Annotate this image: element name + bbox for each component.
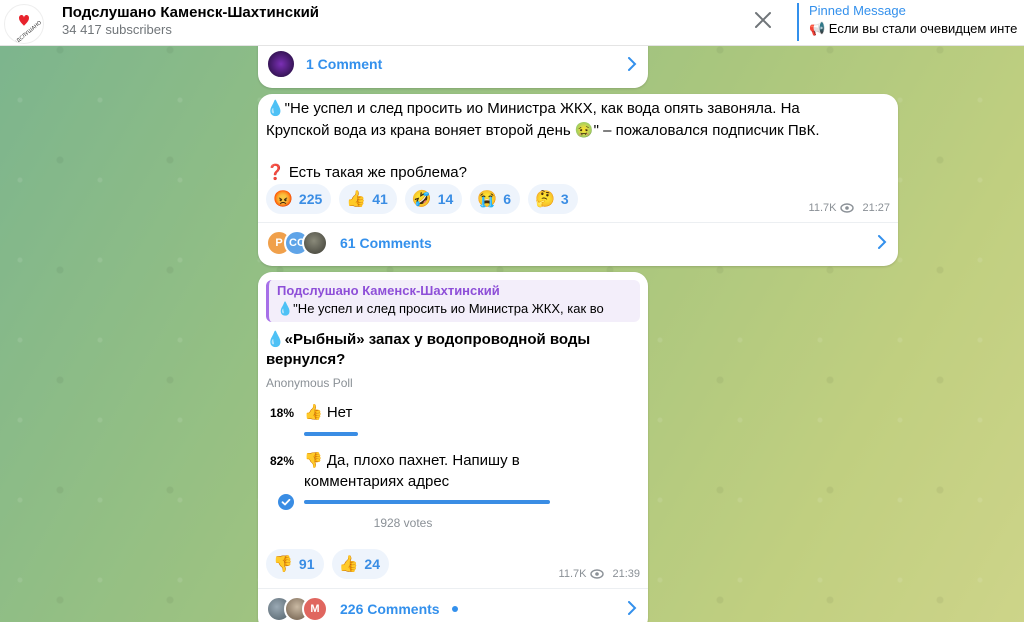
reactions-bar: 😡 225 👍 41 🤣 14 😭 6 🤔 3 <box>266 184 578 214</box>
reaction-rofl[interactable]: 🤣 14 <box>404 184 463 214</box>
comments-button[interactable]: 1 Comment <box>258 44 648 84</box>
commenter-avatar <box>266 49 296 79</box>
poll-option-label: 👍 Нет <box>304 402 352 423</box>
message-line-1: 💧"Не успел и след просить ио Министра ЖК… <box>266 100 800 117</box>
message-line-3: ❓ Есть такая же проблема? <box>266 164 467 181</box>
thumbs-down-icon: 👎 <box>273 556 293 573</box>
poll-option-line: комментариях адрес <box>304 473 450 490</box>
message-text: 💧"Не успел и след просить ио Министра ЖК… <box>266 98 886 184</box>
forwarded-header[interactable]: Подслушано Каменск-Шахтинский 💧"Не успел… <box>266 280 640 322</box>
reaction-thumbs-up[interactable]: 👍 41 <box>339 184 397 214</box>
channel-title[interactable]: Подслушано Каменск-Шахтинский <box>62 4 319 21</box>
poll-question-line-1: 💧«Рыбный» запах у водопроводной воды <box>266 331 591 348</box>
reaction-count: 24 <box>364 556 380 572</box>
reaction-thumbs-up[interactable]: 👍 24 <box>331 549 389 579</box>
message-time: 21:27 <box>862 202 890 214</box>
poll-option-bar <box>304 432 358 436</box>
reaction-thumbs-down[interactable]: 👎 91 <box>266 549 324 579</box>
reaction-angry[interactable]: 😡 225 <box>266 184 332 214</box>
view-count: 11.7K <box>808 202 837 214</box>
reaction-count: 6 <box>503 191 511 207</box>
thinking-icon: 🤔 <box>535 191 555 208</box>
view-count: 11.7K <box>558 568 587 580</box>
poll-type: Anonymous Poll <box>266 376 353 390</box>
thumbs-up-icon: 👍 <box>346 191 367 208</box>
chevron-right-icon <box>878 235 887 249</box>
poll-votes: 1928 votes <box>373 516 433 530</box>
poll-option-bar <box>304 500 550 504</box>
reaction-count: 41 <box>372 191 388 207</box>
close-icon <box>755 12 771 28</box>
message-time: 21:39 <box>612 568 640 580</box>
message-meta: 11.7K 21:27 <box>809 202 890 214</box>
commenter-avatar <box>302 229 328 256</box>
comments-count: 61 Comments <box>340 234 432 251</box>
comments-button[interactable]: P CC 61 Comments <box>258 222 898 262</box>
poll-option-percent: 82% <box>270 454 295 468</box>
unread-dot <box>451 605 458 612</box>
poll-option-line: 👍 Нет <box>304 404 353 421</box>
rofl-icon: 🤣 <box>411 191 432 208</box>
forwarded-from: Подслушано Каменск-Шахтинский <box>277 283 500 298</box>
chevron-right-icon <box>628 601 637 615</box>
poll-option-line: 👎 Да, плохо пахнет. Напишу в <box>304 452 520 469</box>
reaction-count: 225 <box>298 191 323 207</box>
channel-logo-icon: ПОДСЛУШАНО <box>10 15 43 44</box>
angry-icon: 😡 <box>273 191 293 208</box>
thumbs-up-icon: 👍 <box>338 556 359 573</box>
pinned-text: 📢 Если вы стали очевидцем инте <box>809 21 1018 36</box>
reaction-count: 14 <box>437 191 454 207</box>
reaction-count: 91 <box>298 556 315 572</box>
message-bubble-2: 💧"Не успел и след просить ио Министра ЖК… <box>258 94 898 266</box>
reaction-count: 3 <box>560 191 569 207</box>
close-button[interactable] <box>750 7 776 33</box>
chevron-right-icon <box>628 57 637 71</box>
message-bubble-3: Подслушано Каменск-Шахтинский 💧"Не успел… <box>258 272 648 622</box>
commenter-avatar: M <box>302 595 328 622</box>
poll-question: 💧«Рыбный» запах у водопроводной воды вер… <box>266 330 636 370</box>
reaction-thinking[interactable]: 🤔 3 <box>528 184 578 214</box>
comments-count: 1 Comment <box>306 56 383 72</box>
crying-icon: 😭 <box>477 191 498 208</box>
check-icon <box>278 494 294 510</box>
svg-text:ПОДСЛУШАНО: ПОДСЛУШАНО <box>10 20 43 44</box>
message-bubble-1: 1 Comment <box>258 40 648 88</box>
eye-icon <box>840 203 855 213</box>
pinned-message[interactable]: Pinned Message 📢 Если вы стали очевидцем… <box>797 3 1024 41</box>
eye-icon <box>590 569 605 579</box>
poll-question-line-2: вернулся? <box>266 351 346 368</box>
reaction-crying[interactable]: 😭 6 <box>470 184 520 214</box>
message-line-2: Крупской вода из крана воняет второй ден… <box>266 122 820 139</box>
comments-count: 226 Comments <box>340 600 440 617</box>
poll-option-percent: 18% <box>270 406 295 420</box>
pinned-title: Pinned Message <box>809 3 906 18</box>
poll-option-label: 👎 Да, плохо пахнет. Напишу в комментария… <box>304 450 604 492</box>
reactions-bar: 👎 91 👍 24 <box>266 549 389 579</box>
message-meta: 11.7K 21:39 <box>559 568 640 580</box>
channel-avatar[interactable]: ПОДСЛУШАНО <box>4 4 44 44</box>
comments-button[interactable]: M 226 Comments <box>258 588 648 622</box>
chat-header: ПОДСЛУШАНО Подслушано Каменск-Шахтинский… <box>0 0 1024 46</box>
subscriber-count: 34 417 subscribers <box>62 22 172 37</box>
forwarded-preview: 💧"Не успел и след просить ио Министра ЖК… <box>277 301 604 316</box>
